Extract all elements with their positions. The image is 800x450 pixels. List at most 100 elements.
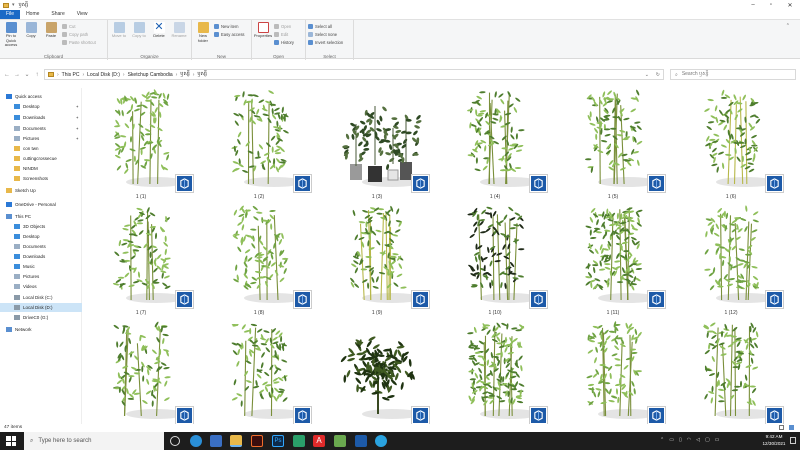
nav-item[interactable]: Videos bbox=[0, 282, 82, 291]
breadcrumb-current[interactable]: ឫស្សី bbox=[197, 71, 206, 78]
select-all-button[interactable]: Select all bbox=[308, 23, 343, 30]
windows-start-icon[interactable] bbox=[6, 436, 16, 446]
new-folder-button[interactable]: New folder bbox=[194, 22, 212, 43]
nav-item[interactable]: Desktop ✦ bbox=[0, 102, 82, 111]
tab-home[interactable]: Home bbox=[20, 10, 45, 19]
tab-file[interactable]: File bbox=[0, 10, 21, 19]
clock[interactable]: 9:42 AM 12/30/2021 bbox=[754, 433, 794, 449]
folder-icon[interactable] bbox=[3, 2, 9, 8]
new-item-button[interactable]: New item bbox=[214, 23, 245, 30]
language-icon[interactable]: ▢ bbox=[705, 437, 710, 443]
paste-shortcut-button[interactable]: Paste shortcut bbox=[62, 39, 96, 46]
minimize-icon[interactable]: – bbox=[744, 0, 762, 10]
file-item[interactable]: 1 (9) bbox=[322, 202, 432, 320]
file-item[interactable]: 1 (1) bbox=[86, 86, 196, 204]
notifications-icon[interactable] bbox=[790, 437, 796, 444]
tab-view[interactable]: View bbox=[71, 10, 94, 19]
qat-chevron-icon[interactable]: ▾ bbox=[12, 2, 15, 8]
nav-item[interactable]: con twn bbox=[0, 144, 82, 153]
close-icon[interactable]: ✕ bbox=[781, 0, 799, 10]
file-item[interactable]: 1 (4) bbox=[440, 86, 550, 204]
breadcrumb-local-disk-d[interactable]: Local Disk (D:) bbox=[87, 72, 120, 78]
copy-to-button[interactable]: Copy to bbox=[130, 22, 148, 39]
file-item[interactable]: 1 (12) bbox=[676, 202, 786, 320]
nav-item[interactable]: Downloads bbox=[0, 252, 82, 261]
search-input[interactable]: ⌕ Search ឫស្សី bbox=[670, 69, 796, 80]
telegram-icon[interactable] bbox=[375, 435, 387, 447]
maximize-icon[interactable]: ▫ bbox=[762, 0, 780, 10]
file-item[interactable]: 1 (3) bbox=[322, 86, 432, 204]
illustrator-icon[interactable] bbox=[251, 435, 263, 447]
copy-path-button[interactable]: Copy path bbox=[62, 31, 96, 38]
file-item[interactable]: 1 (8) bbox=[204, 202, 314, 320]
mail-icon[interactable] bbox=[210, 435, 222, 447]
nav-item[interactable]: Downloads ✦ bbox=[0, 113, 82, 122]
file-item[interactable] bbox=[676, 318, 786, 424]
nav-item[interactable]: Screenshots bbox=[0, 174, 82, 183]
file-item[interactable]: 1 (11) bbox=[558, 202, 668, 320]
photoshop-icon[interactable]: Ps bbox=[272, 435, 284, 447]
nav-item[interactable]: Local Disk (D:) bbox=[0, 303, 82, 312]
large-icons-view-icon[interactable] bbox=[789, 425, 794, 430]
nav-item[interactable]: Music bbox=[0, 262, 82, 271]
nav-item[interactable]: This PC bbox=[0, 212, 82, 221]
paste-button[interactable]: Paste bbox=[42, 22, 60, 39]
nav-item[interactable]: DriveC0 (G:) bbox=[0, 313, 82, 322]
file-item[interactable]: 1 (6) bbox=[676, 86, 786, 204]
nav-item[interactable]: Quick access bbox=[0, 92, 82, 101]
cut-button[interactable]: Cut bbox=[62, 23, 96, 30]
breadcrumb-this-pc[interactable]: This PC bbox=[62, 72, 80, 78]
pin-icon[interactable]: ✦ bbox=[76, 136, 79, 141]
task-view-icon[interactable] bbox=[170, 436, 180, 446]
acrobat-icon[interactable]: A bbox=[313, 435, 325, 447]
breadcrumb-folder[interactable]: ឫស្សី bbox=[180, 71, 189, 78]
details-view-icon[interactable] bbox=[779, 425, 784, 430]
history-button[interactable]: History bbox=[274, 39, 294, 46]
file-item[interactable]: 1 (7) bbox=[86, 202, 196, 320]
breadcrumb-sketchup-cambodia[interactable]: Sketchup Cambodia bbox=[128, 72, 173, 78]
invert-selection-button[interactable]: Invert selection bbox=[308, 39, 343, 46]
recent-locations-icon[interactable]: ⌄ bbox=[22, 70, 32, 80]
sketchup-icon[interactable] bbox=[355, 435, 367, 447]
easy-access-button[interactable]: Easy access bbox=[214, 31, 245, 38]
nav-item[interactable]: Desktop bbox=[0, 232, 82, 241]
tab-share[interactable]: Share bbox=[45, 10, 70, 19]
taskbar-search-input[interactable]: ⌕ Type here to search bbox=[24, 432, 164, 450]
nav-item[interactable]: Documents bbox=[0, 242, 82, 251]
sketchup-layout-icon[interactable] bbox=[334, 435, 346, 447]
select-none-button[interactable]: Select none bbox=[308, 31, 343, 38]
file-item[interactable] bbox=[86, 318, 196, 424]
edit-button[interactable]: Edit bbox=[274, 31, 294, 38]
file-item[interactable] bbox=[322, 318, 432, 424]
pin-icon[interactable]: ✦ bbox=[76, 104, 79, 109]
edge-icon[interactable] bbox=[190, 435, 202, 447]
file-item[interactable]: 1 (2) bbox=[204, 86, 314, 204]
battery-icon[interactable]: ▯ bbox=[679, 437, 682, 443]
network-icon[interactable]: ▭ bbox=[669, 437, 674, 443]
properties-button[interactable]: Properties bbox=[254, 22, 272, 39]
nav-item[interactable]: OneDrive - Personal bbox=[0, 200, 82, 209]
open-button[interactable]: Open bbox=[274, 23, 294, 30]
copy-button[interactable]: Copy bbox=[22, 22, 40, 39]
keyboard-icon[interactable]: ▭ bbox=[715, 437, 720, 443]
tray-chevron-icon[interactable]: ⌃ bbox=[660, 437, 664, 443]
wifi-icon[interactable]: ◠ bbox=[687, 437, 691, 443]
nav-item[interactable]: Documents ✦ bbox=[0, 124, 82, 133]
rename-button[interactable]: Rename bbox=[170, 22, 188, 39]
nav-item[interactable]: Local Disk (C:) bbox=[0, 293, 82, 302]
ribbon-collapse-icon[interactable]: ⌃ bbox=[786, 23, 790, 29]
nav-item[interactable]: 3D Objects bbox=[0, 222, 82, 231]
delete-button[interactable]: ✕ Delete bbox=[150, 22, 168, 39]
back-arrow-icon[interactable]: ← bbox=[2, 70, 12, 80]
file-item[interactable]: 1 (10) bbox=[440, 202, 550, 320]
volume-icon[interactable]: ◁ bbox=[696, 437, 700, 443]
file-item[interactable] bbox=[558, 318, 668, 424]
nav-item[interactable]: Network bbox=[0, 325, 82, 334]
forward-arrow-icon[interactable]: → bbox=[12, 70, 22, 80]
pin-quick-access-button[interactable]: Pin to Quick access bbox=[2, 22, 20, 48]
nav-item[interactable]: NINDM bbox=[0, 164, 82, 173]
pin-icon[interactable]: ✦ bbox=[76, 126, 79, 131]
address-bar[interactable]: › This PC › Local Disk (D:) › Sketchup C… bbox=[44, 69, 664, 80]
move-to-button[interactable]: Move to bbox=[110, 22, 128, 39]
up-arrow-icon[interactable]: ↑ bbox=[32, 70, 42, 80]
